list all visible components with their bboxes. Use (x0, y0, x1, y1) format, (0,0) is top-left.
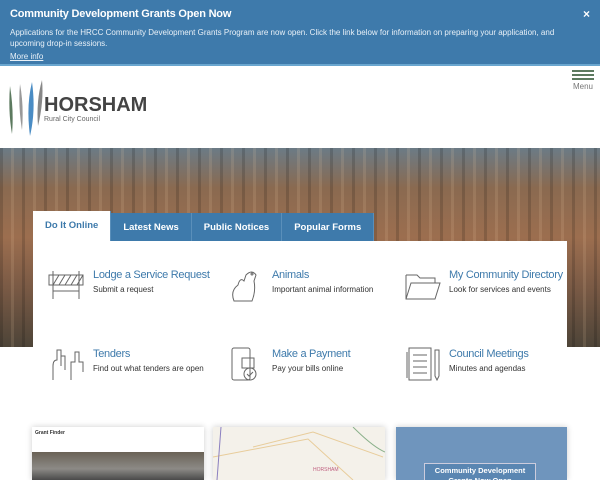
banner-text: Applications for the HRCC Community Deve… (10, 28, 555, 48)
community-directory-link[interactable]: My Community Directory Look for services … (403, 267, 573, 303)
tab-popular-forms[interactable]: Popular Forms (282, 213, 375, 241)
grant-finder-card[interactable]: Grant Finder (32, 427, 204, 480)
map-card[interactable]: HORSHAM (213, 427, 385, 480)
do-it-online-panel: Lodge a Service Request Submit a request … (33, 241, 567, 401)
horsham-logo[interactable]: HORSHAM Rural City Council (6, 76, 147, 136)
more-info-link[interactable]: More info (10, 52, 590, 61)
site-header: HORSHAM Rural City Council Menu (0, 66, 600, 148)
logo-text: HORSHAM (44, 94, 146, 116)
close-icon[interactable]: × (583, 7, 590, 21)
notebook-icon (406, 347, 440, 382)
dog-cat-icon (232, 271, 257, 302)
menu-button[interactable]: Menu (572, 70, 594, 91)
animals-link[interactable]: Animals Important animal information (226, 267, 396, 303)
banner-title: Community Development Grants Open Now (10, 8, 232, 20)
service-request-link[interactable]: Lodge a Service Request Submit a request (47, 267, 217, 303)
council-meetings-link[interactable]: Council Meetings Minutes and agendas (403, 346, 573, 382)
tab-latest-news[interactable]: Latest News (111, 213, 192, 241)
grants-open-card[interactable]: Community Development Grants Now Open (396, 427, 567, 480)
tab-do-it-online[interactable]: Do It Online (33, 211, 112, 241)
payment-icon (231, 347, 257, 381)
tab-bar: Do It Online Latest News Public Notices … (33, 211, 375, 241)
tenders-link[interactable]: Tenders Find out what tenders are open (47, 346, 217, 382)
svg-text:Rural City Council: Rural City Council (44, 116, 100, 123)
alert-banner: Community Development Grants Open Now Ap… (0, 0, 600, 66)
tab-public-notices[interactable]: Public Notices (191, 213, 283, 241)
barrier-icon (48, 271, 84, 299)
raised-hands-icon (52, 349, 84, 380)
menu-label: Menu (572, 82, 593, 91)
make-payment-link[interactable]: Make a Payment Pay your bills online (226, 346, 396, 382)
folder-icon (405, 274, 441, 300)
